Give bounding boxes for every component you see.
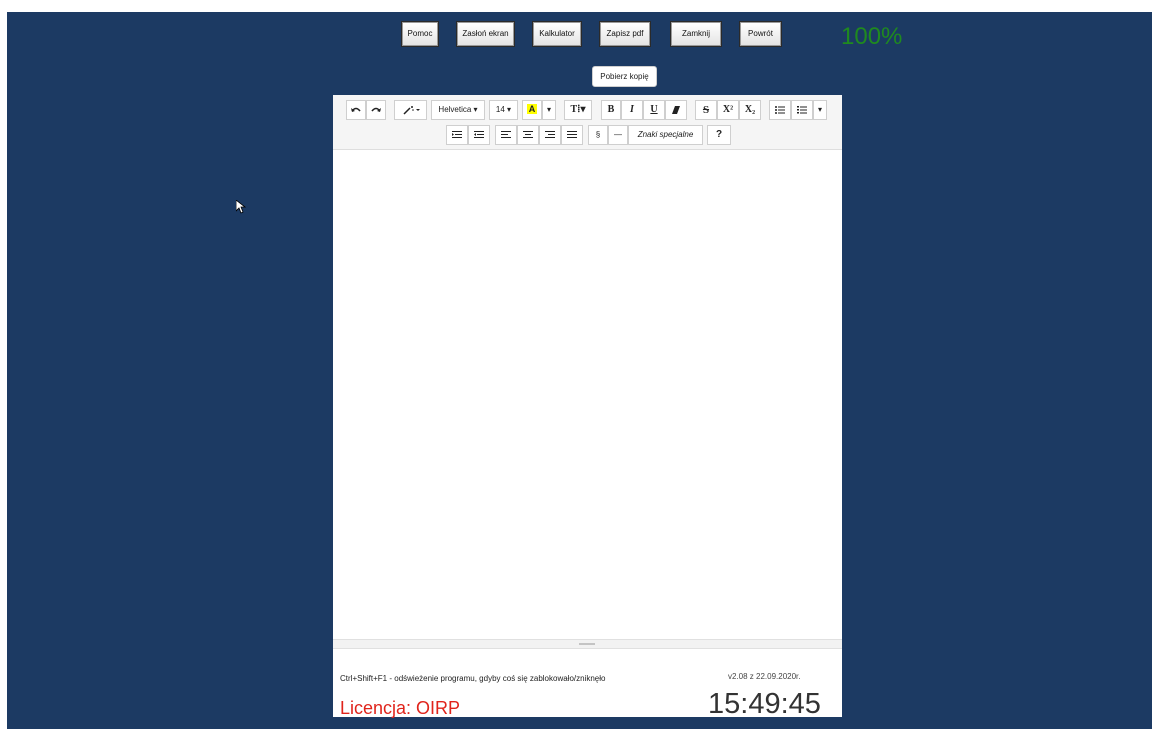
italic-button[interactable]: I (621, 100, 643, 120)
subscript-button[interactable]: X₂ (739, 100, 761, 120)
mouse-cursor-icon (235, 199, 247, 219)
refresh-hint: Ctrl+Shift+F1 - odświeżenie programu, gd… (340, 674, 606, 683)
font-color-dropdown[interactable]: ▾ (542, 100, 556, 120)
magic-wand-icon[interactable] (394, 100, 427, 120)
numbered-list-icon[interactable] (791, 100, 813, 120)
app-background: Pomoc Zasłoń ekran Kalkulator Zapisz pdf… (7, 12, 1152, 729)
editor-content-area[interactable] (333, 150, 842, 639)
align-center-icon[interactable] (517, 125, 539, 145)
cover-screen-button[interactable]: Zasłoń ekran (456, 21, 515, 47)
back-button[interactable]: Powrót (739, 21, 782, 47)
close-button[interactable]: Zamknij (670, 21, 722, 47)
grip-icon (579, 643, 595, 645)
align-left-icon[interactable] (495, 125, 517, 145)
undo-icon[interactable] (346, 100, 366, 120)
eraser-icon[interactable] (665, 100, 687, 120)
download-copy-button[interactable]: Pobierz kopię (592, 66, 657, 87)
font-color-button[interactable]: A (522, 100, 542, 120)
list-options-dropdown[interactable]: ▾ (813, 100, 827, 120)
save-pdf-button[interactable]: Zapisz pdf (599, 21, 651, 47)
special-characters-button[interactable]: Znaki specjalne (628, 125, 703, 145)
zoom-level: 100% (841, 23, 903, 50)
text-style-dropdown[interactable]: T⁞▾ (564, 100, 592, 120)
justify-icon[interactable] (561, 125, 583, 145)
align-right-icon[interactable] (539, 125, 561, 145)
clock: 15:49:45 (708, 688, 821, 720)
underline-button[interactable]: U (643, 100, 665, 120)
licence-label: Licencja: OIRP (340, 698, 461, 718)
bullet-list-icon[interactable] (769, 100, 791, 120)
indent-icon[interactable] (446, 125, 468, 145)
font-color-icon: A (526, 104, 538, 114)
editor-resize-handle[interactable] (333, 639, 842, 649)
editor-toolbar: Helvetica ▾ 14 ▾ A ▾ T⁞▾ B I U S X² X₂ ▾ (333, 95, 842, 150)
superscript-button[interactable]: X² (717, 100, 739, 120)
calculator-button[interactable]: Kalkulator (532, 21, 582, 47)
dash-button[interactable]: — (608, 125, 628, 145)
bold-button[interactable]: B (601, 100, 621, 120)
redo-icon[interactable] (366, 100, 386, 120)
section-sign-button[interactable]: § (588, 125, 608, 145)
outdent-icon[interactable] (468, 125, 490, 145)
version-info: v2.08 z 22.09.2020r. (728, 672, 801, 681)
strikethrough-button[interactable]: S (695, 100, 717, 120)
font-size-dropdown[interactable]: 14 ▾ (489, 100, 518, 120)
editor-help-button[interactable]: ? (707, 125, 731, 145)
font-family-dropdown[interactable]: Helvetica ▾ (431, 100, 485, 120)
text-editor: Helvetica ▾ 14 ▾ A ▾ T⁞▾ B I U S X² X₂ ▾ (333, 95, 842, 720)
help-button[interactable]: Pomoc (401, 21, 439, 47)
